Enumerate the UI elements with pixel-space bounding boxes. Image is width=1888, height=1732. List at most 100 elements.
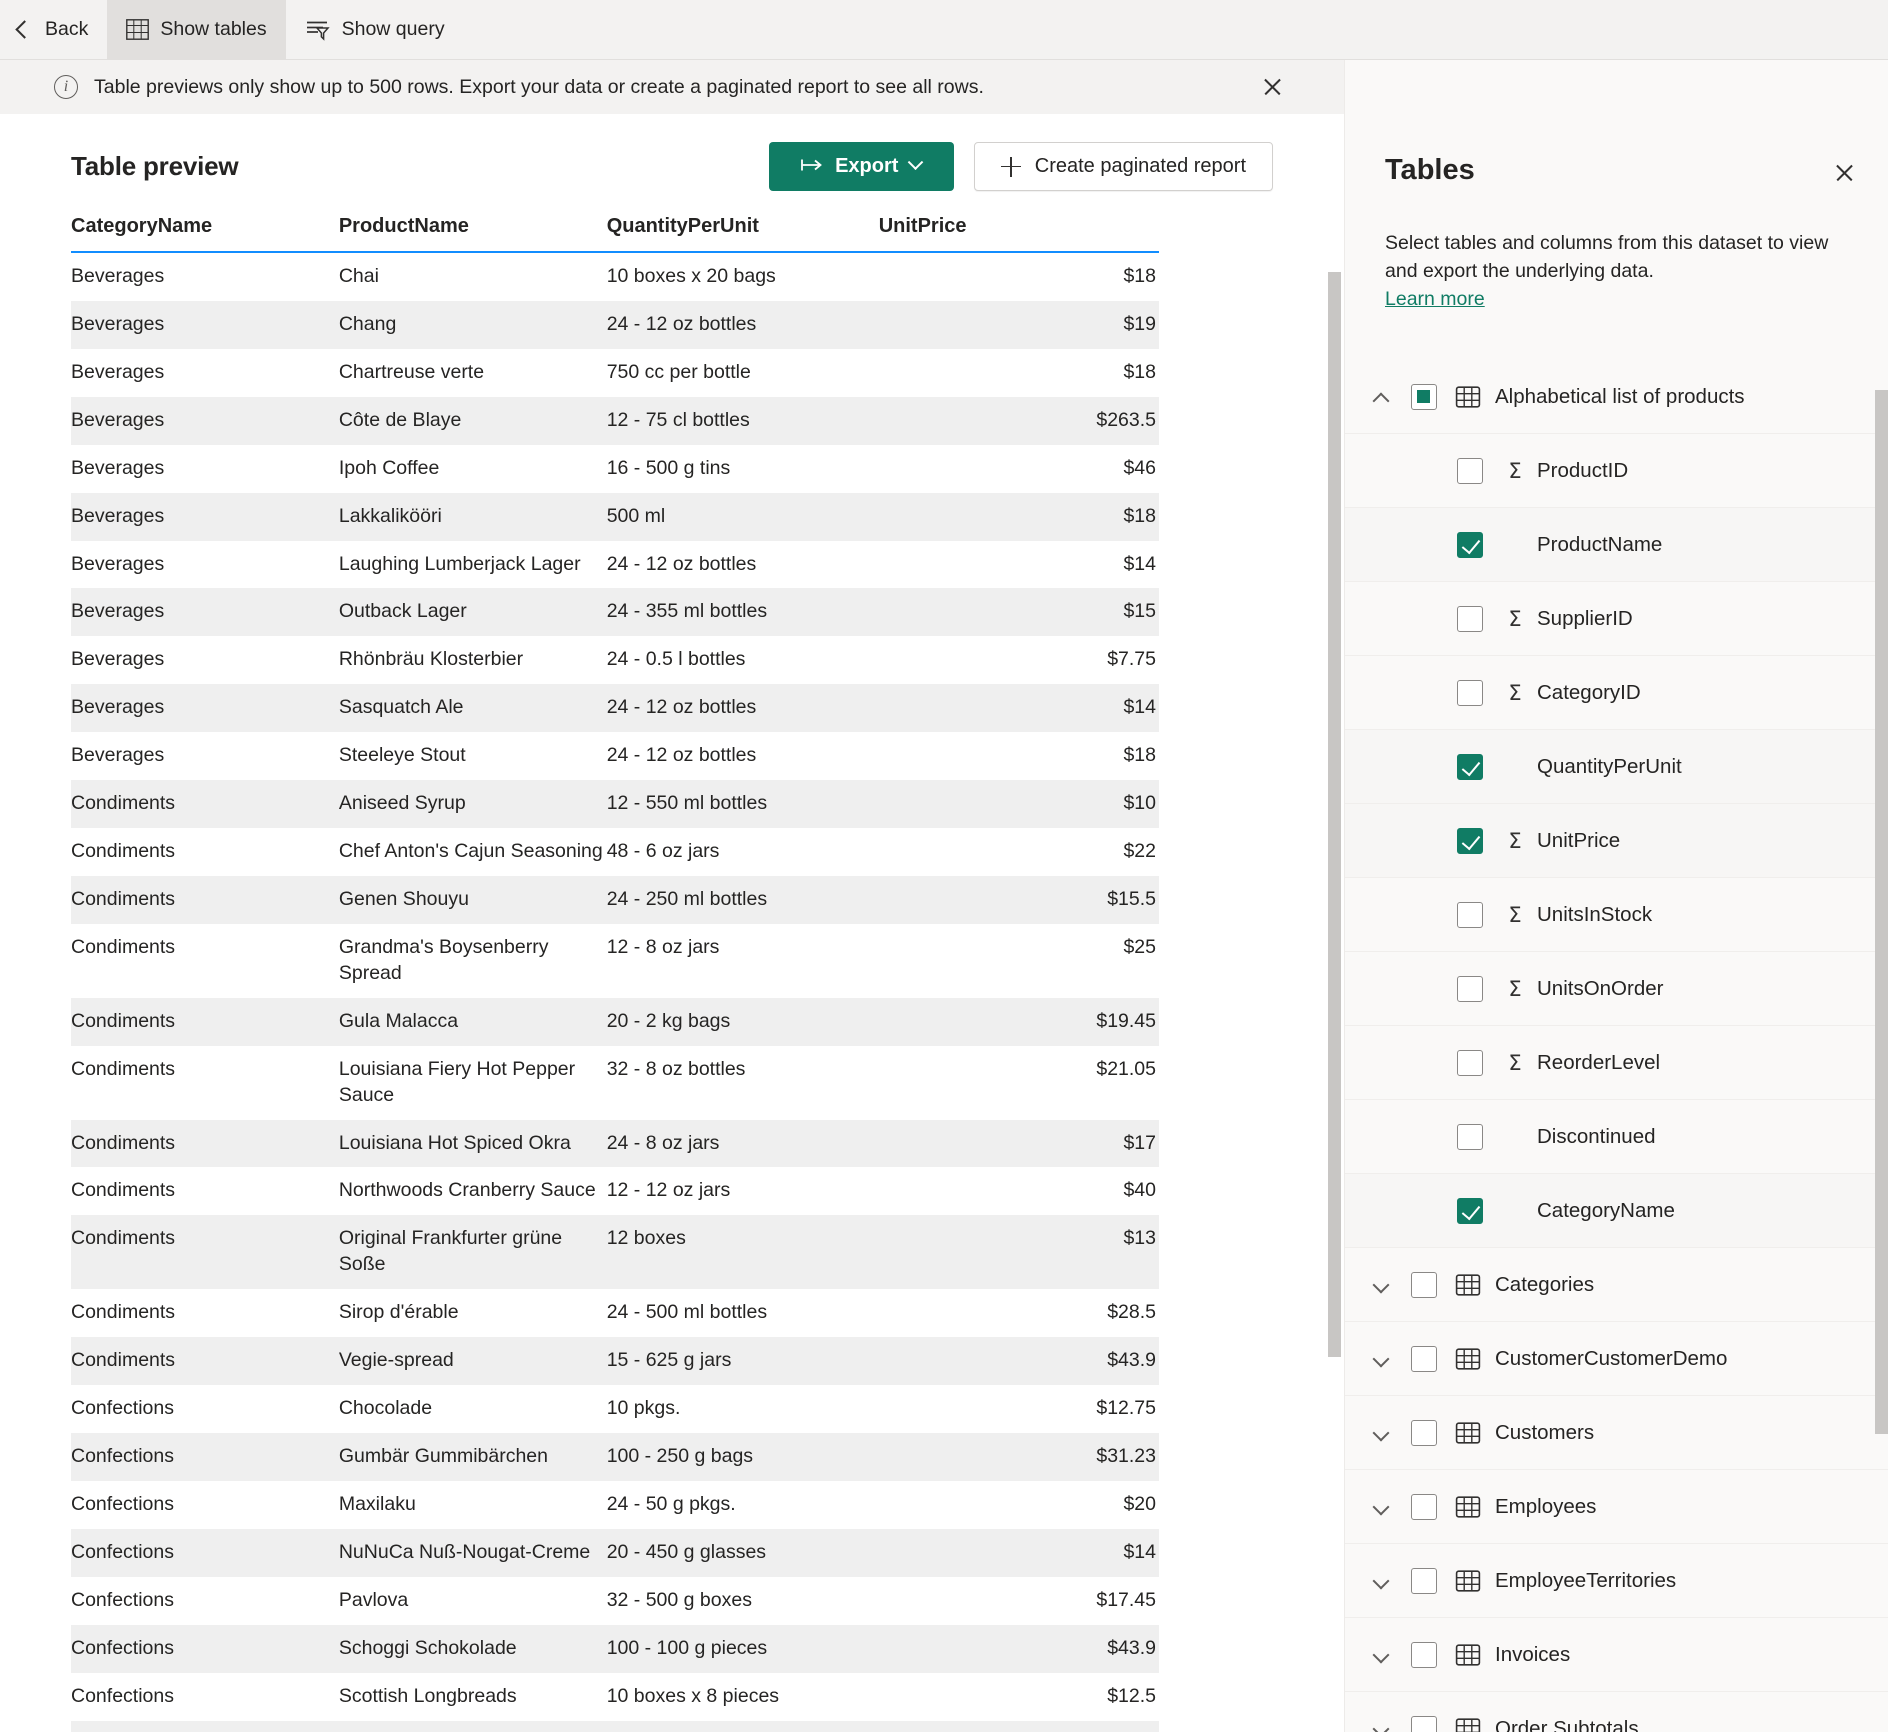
- table-checkbox[interactable]: [1411, 1715, 1437, 1732]
- show-query-label: Show query: [341, 18, 445, 40]
- table-row[interactable]: Beverages Ipoh Coffee 16 - 500 g tins $46: [71, 445, 1159, 493]
- cell-quantityperunit: 500 ml: [606, 492, 879, 541]
- table-row[interactable]: Beverages Lakkalikööri 500 ml $18: [71, 492, 1159, 541]
- chevron-up-icon[interactable]: [1367, 382, 1397, 412]
- tree-table-customers[interactable]: Customers: [1345, 1396, 1888, 1471]
- tree-column-categoryname[interactable]: ΣCategoryName: [1345, 1174, 1888, 1249]
- column-checkbox[interactable]: [1457, 1049, 1483, 1076]
- back-button[interactable]: Back: [0, 0, 107, 59]
- table-row[interactable]: Condiments Vegie-spread 15 - 625 g jars $43…: [71, 1337, 1159, 1386]
- export-button[interactable]: Export: [768, 142, 954, 191]
- show-tables-button[interactable]: Show tables: [107, 0, 286, 59]
- table-checkbox[interactable]: [1411, 1567, 1437, 1594]
- tables-panel-scrollbar[interactable]: [1875, 390, 1888, 1732]
- table-row[interactable]: Beverages Chai 10 boxes x 20 bags $18: [71, 252, 1159, 301]
- tree-table-customercustomerdemo[interactable]: CustomerCustomerDemo: [1345, 1322, 1888, 1397]
- chevron-down-icon[interactable]: [1367, 1714, 1397, 1732]
- table-row[interactable]: Confections Chocolade 10 pkgs. $12.75: [71, 1385, 1159, 1433]
- table-checkbox[interactable]: [1411, 1419, 1437, 1446]
- table-row[interactable]: Beverages Côte de Blaye 12 - 75 cl bottles…: [71, 396, 1159, 445]
- column-checkbox[interactable]: [1457, 901, 1483, 928]
- table-row[interactable]: Confections Pavlova 32 - 500 g boxes $17.45: [71, 1577, 1159, 1625]
- table-row[interactable]: Condiments Sirop d'érable 24 - 500 ml bott…: [71, 1289, 1159, 1337]
- table-row[interactable]: Beverages Rhönbräu Klosterbier 24 - 0.5 l …: [71, 636, 1159, 684]
- show-query-button[interactable]: Show query: [286, 0, 464, 59]
- table-checkbox[interactable]: [1411, 1271, 1437, 1298]
- table-row[interactable]: Condiments Grandma's Boysenberry Spread 12…: [71, 924, 1159, 998]
- table-row[interactable]: Condiments Northwoods Cranberry Sauce 12 -…: [71, 1167, 1159, 1215]
- table-row[interactable]: Confections Schoggi Schokolade 100 - 100 g…: [71, 1624, 1159, 1673]
- tree-table-alphabetical-list-of-products[interactable]: Alphabetical list of products: [1345, 360, 1888, 435]
- table-checkbox[interactable]: [1411, 1641, 1437, 1668]
- chevron-down-icon[interactable]: [1367, 1566, 1397, 1596]
- table-checkbox[interactable]: [1411, 1345, 1437, 1372]
- column-header-unitprice[interactable]: UnitPrice: [878, 215, 1159, 253]
- close-tables-panel-button[interactable]: [1830, 158, 1862, 190]
- table-row[interactable]: Condiments Original Frankfurter grüne Soß…: [71, 1215, 1159, 1290]
- tree-column-unitsonorder[interactable]: Σ UnitsOnOrder: [1345, 952, 1888, 1027]
- scrollbar-thumb[interactable]: [1875, 390, 1888, 1434]
- column-header-categoryname[interactable]: CategoryName: [71, 215, 339, 253]
- table-checkbox[interactable]: [1411, 1493, 1437, 1520]
- tree-column-productid[interactable]: Σ ProductID: [1345, 434, 1888, 509]
- dismiss-info-button[interactable]: [1258, 72, 1288, 102]
- tree-table-employeeterritories[interactable]: EmployeeTerritories: [1345, 1544, 1888, 1619]
- learn-more-link[interactable]: Learn more: [1385, 286, 1485, 314]
- scrollbar-thumb[interactable]: [1328, 272, 1341, 1357]
- tree-table-order-subtotals[interactable]: Order Subtotals: [1345, 1692, 1888, 1732]
- cell-productname: NuNuCa Nuß-Nougat-Creme: [338, 1528, 607, 1577]
- table-row[interactable]: Confections NuNuCa Nuß-Nougat-Creme 20 - 4…: [71, 1528, 1159, 1577]
- table-row[interactable]: Beverages Sasquatch Ale 24 - 12 oz bottles…: [71, 684, 1159, 733]
- table-row[interactable]: Beverages Outback Lager 24 - 355 ml bottle…: [71, 588, 1159, 637]
- tree-column-unitsinstock[interactable]: Σ UnitsInStock: [1345, 878, 1888, 953]
- tree-column-reorderlevel[interactable]: Σ ReorderLevel: [1345, 1026, 1888, 1101]
- column-checkbox[interactable]: [1457, 753, 1483, 780]
- column-checkbox[interactable]: [1457, 457, 1483, 484]
- column-checkbox[interactable]: [1457, 827, 1483, 854]
- table-row[interactable]: Beverages Chartreuse verte 750 cc per bott…: [71, 349, 1159, 397]
- column-checkbox[interactable]: [1457, 531, 1483, 558]
- table-row[interactable]: Condiments Aniseed Syrup 12 - 550 ml bottl…: [71, 780, 1159, 829]
- chevron-down-icon[interactable]: [1367, 1344, 1397, 1374]
- table-row[interactable]: Condiments Louisiana Hot Spiced Okra 24 - …: [71, 1119, 1159, 1168]
- chevron-down-icon[interactable]: [1367, 1418, 1397, 1448]
- table-row[interactable]: Beverages Steeleye Stout 24 - 12 oz bottle…: [71, 732, 1159, 780]
- column-checkbox[interactable]: [1457, 1123, 1483, 1150]
- column-header-productname[interactable]: ProductName: [338, 215, 607, 253]
- column-checkbox[interactable]: [1457, 975, 1483, 1002]
- create-paginated-report-button[interactable]: Create paginated report: [973, 142, 1273, 191]
- table-row[interactable]: Condiments Chef Anton's Cajun Seasoning 48…: [71, 828, 1159, 876]
- tree-table-categories[interactable]: Categories: [1345, 1248, 1888, 1323]
- tree-column-unitprice[interactable]: Σ UnitPrice: [1345, 804, 1888, 879]
- table-checkbox[interactable]: [1411, 383, 1437, 410]
- tree-column-categoryid[interactable]: Σ CategoryID: [1345, 656, 1888, 731]
- preview-card-header: Table preview Export Create paginated re…: [39, 114, 1305, 215]
- cell-quantityperunit: 48 - 6 oz jars: [606, 840, 720, 863]
- cell-productname: Louisiana Hot Spiced Okra: [338, 1119, 607, 1168]
- table-row[interactable]: Beverages Chang 24 - 12 oz bottles $19: [71, 300, 1159, 349]
- table-row[interactable]: Condiments Louisiana Fiery Hot Pepper Sau…: [71, 1046, 1159, 1120]
- tree-table-employees[interactable]: Employees: [1345, 1470, 1888, 1545]
- tree-column-productname[interactable]: ΣProductName: [1345, 508, 1888, 583]
- tree-table-label: Invoices: [1495, 1642, 1571, 1666]
- table-row[interactable]: Confections Scottish Longbreads 10 boxes x…: [71, 1673, 1159, 1721]
- table-row[interactable]: Condiments Genen Shouyu 24 - 250 ml bottle…: [71, 875, 1159, 924]
- preview-vertical-scrollbar[interactable]: [1328, 272, 1341, 1602]
- tree-column-quantityperunit[interactable]: ΣQuantityPerUnit: [1345, 730, 1888, 805]
- tree-column-supplierid[interactable]: Σ SupplierID: [1345, 582, 1888, 657]
- cell-quantityperunit: 20 - 450 g glasses: [606, 1528, 879, 1577]
- tree-column-discontinued[interactable]: ΣDiscontinued: [1345, 1100, 1888, 1175]
- table-row[interactable]: Beverages Laughing Lumberjack Lager 24 - 1…: [71, 541, 1159, 589]
- table-row[interactable]: Condiments Gula Malacca 20 - 2 kg bags $19.…: [71, 997, 1159, 1046]
- table-row[interactable]: ConfectionsSir Rodney's Marmalade30 gift…: [71, 1720, 1159, 1732]
- chevron-down-icon[interactable]: [1367, 1270, 1397, 1300]
- tree-table-invoices[interactable]: Invoices: [1345, 1618, 1888, 1693]
- column-checkbox[interactable]: [1457, 679, 1483, 706]
- column-header-quantityperunit[interactable]: QuantityPerUnit: [606, 215, 879, 253]
- column-checkbox[interactable]: [1457, 1197, 1483, 1224]
- chevron-down-icon[interactable]: [1367, 1640, 1397, 1670]
- chevron-down-icon[interactable]: [1367, 1492, 1397, 1522]
- table-row[interactable]: Confections Gumbär Gummibärchen 100 - 250 …: [71, 1432, 1159, 1481]
- table-row[interactable]: Confections Maxilaku 24 - 50 g pkgs. $20: [71, 1481, 1159, 1529]
- column-checkbox[interactable]: [1457, 605, 1483, 632]
